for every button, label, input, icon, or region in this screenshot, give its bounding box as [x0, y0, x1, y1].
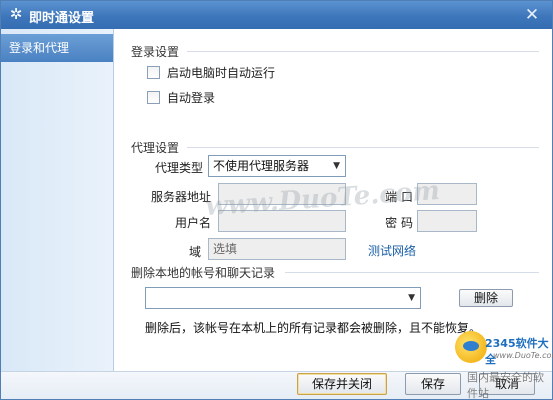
close-icon[interactable]: ✕ — [522, 5, 542, 25]
chevron-down-icon: ▼ — [333, 161, 340, 171]
delete-button[interactable]: 删除 — [459, 289, 513, 307]
auto-run-option[interactable]: 启动电脑时自动运行 — [147, 64, 275, 81]
auto-run-checkbox[interactable] — [147, 66, 160, 79]
account-select[interactable]: ▼ — [145, 287, 421, 309]
gear-icon: ✲ — [9, 5, 23, 23]
logo-site: www.DuoTe.com — [493, 351, 553, 360]
auto-run-label: 启动电脑时自动运行 — [167, 66, 276, 80]
proxy-type-select[interactable]: 不使用代理服务器 ▼ — [208, 155, 346, 177]
save-and-close-button[interactable]: 保存并关闭 — [297, 373, 387, 395]
password-label: 密 码 — [385, 216, 413, 230]
proxy-type-value: 不使用代理服务器 — [213, 159, 310, 173]
auto-login-label: 自动登录 — [167, 91, 216, 105]
proxy-type-label: 代理类型 — [154, 161, 203, 175]
login-section-label: 登录设置 — [131, 43, 184, 60]
username-label: 用户名 — [174, 216, 211, 230]
window-title: 即时通设置 — [29, 11, 95, 26]
chevron-down-icon: ▼ — [408, 293, 415, 303]
proxy-section-divider — [187, 147, 539, 148]
logo-slogan: 国内最安全的软件站 — [467, 371, 544, 400]
settings-window: ✲ 即时通设置 ✕ 登录和代理 登录设置 启动电脑时自动运行 自动登录 代理设置… — [0, 0, 553, 400]
settings-content: 登录设置 启动电脑时自动运行 自动登录 代理设置 代理类型 不使用代理服务器 ▼… — [115, 29, 552, 371]
domain-label: 域 — [188, 245, 201, 259]
auto-login-checkbox[interactable] — [147, 91, 160, 104]
mascot-icon — [455, 331, 487, 363]
password-input[interactable] — [417, 210, 477, 232]
domain-placeholder: 选填 — [213, 242, 238, 256]
site-logo: 2345软件大全 www.DuoTe.com 国内最安全的软件站 — [453, 331, 553, 400]
test-network-link[interactable]: 测试网络 — [368, 242, 416, 259]
auto-login-option[interactable]: 自动登录 — [147, 89, 215, 106]
delete-section-label: 删除本地的帐号和聊天记录 — [131, 264, 280, 281]
domain-input[interactable]: 选填 — [208, 238, 346, 260]
login-section-divider — [187, 51, 539, 52]
sidebar-item-login-proxy[interactable]: 登录和代理 — [1, 34, 113, 62]
server-address-label: 服务器地址 — [150, 190, 211, 204]
delete-section-divider — [285, 272, 539, 273]
proxy-section-label: 代理设置 — [131, 139, 184, 156]
title-bar[interactable]: ✲ 即时通设置 ✕ — [1, 1, 552, 29]
delete-warning-note: 删除后，该帐号在本机上的所有记录都会被删除，且不能恢复。 — [145, 321, 482, 335]
sidebar: 登录和代理 — [1, 29, 114, 371]
